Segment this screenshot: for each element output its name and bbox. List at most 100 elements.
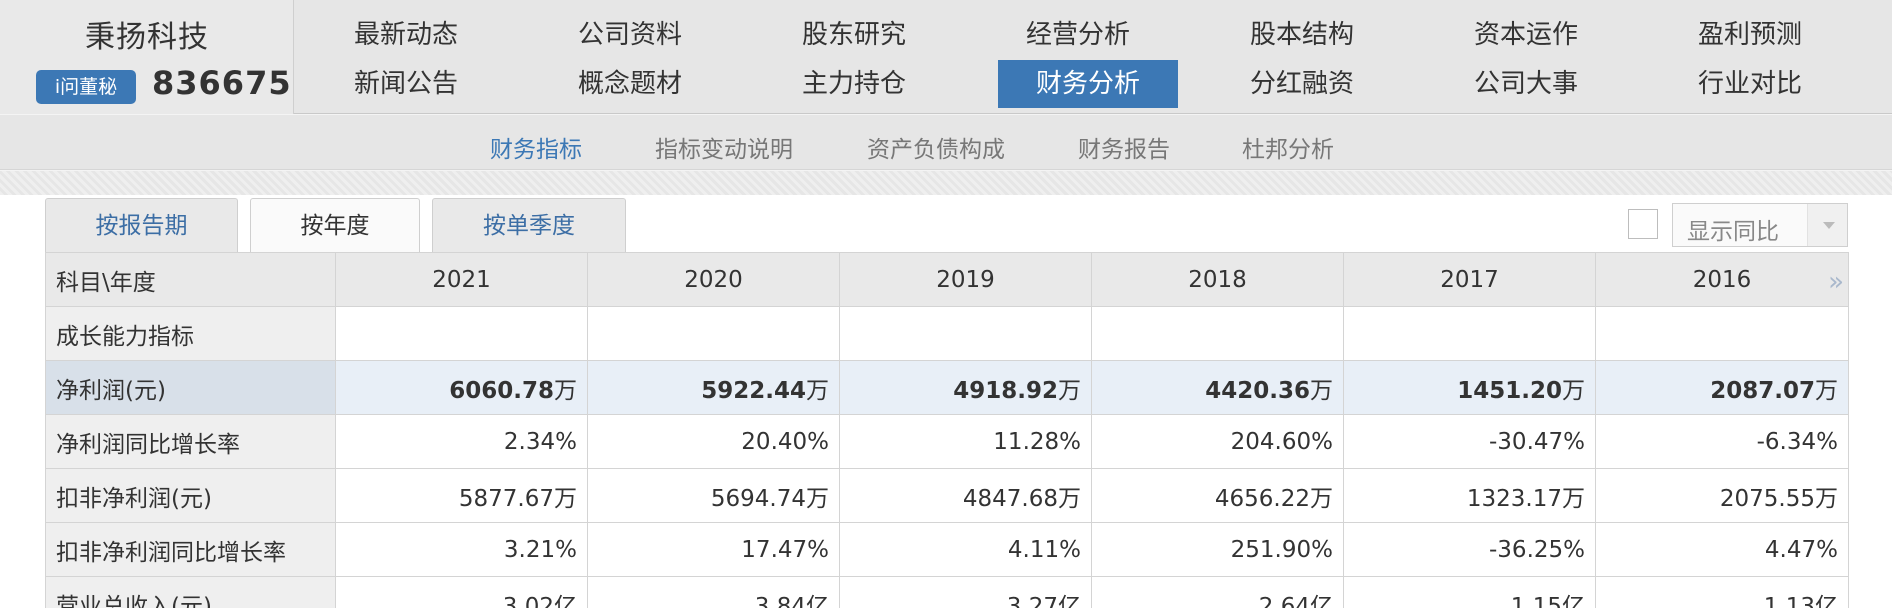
chevron-down-icon[interactable]	[1807, 204, 1847, 246]
financial-table: 科目\年度 2021 2020 2019 2018 2017 2016 » 成长能力指标 净利…	[45, 252, 1849, 608]
value-cell: 11.28%	[839, 414, 1092, 469]
value-unit: 万	[1562, 377, 1585, 404]
nav-item-1-4[interactable]: 股本结构	[1190, 11, 1414, 59]
yoy-checkbox[interactable]	[1628, 209, 1658, 239]
nav-item-2-3[interactable]: 财务分析	[998, 60, 1178, 108]
value-number: 17.47%	[741, 536, 829, 563]
table-row[interactable]: 营业总收入(元) 3.02亿 3.84亿 3.27亿 2.64亿 1.15亿 1.13亿	[45, 576, 1849, 608]
empty-cell	[587, 306, 840, 361]
row-label: 净利润同比增长率	[45, 414, 336, 469]
period-tab-2[interactable]: 按单季度	[432, 198, 626, 252]
nav-item-2-4[interactable]: 分红融资	[1190, 60, 1414, 108]
value-number: 3.02	[502, 593, 554, 608]
value-unit: 万	[1058, 377, 1081, 404]
value-unit: 亿	[554, 593, 577, 608]
double-chevron-right-icon[interactable]: »	[1828, 267, 1844, 297]
ask-secretary-button[interactable]: i问董秘	[36, 70, 136, 104]
subtab-1[interactable]: 指标变动说明	[655, 130, 793, 164]
year-header[interactable]: 2019	[839, 252, 1092, 307]
value-cell: 2087.07万	[1595, 360, 1849, 415]
nav-item-2-5[interactable]: 公司大事	[1414, 60, 1638, 108]
table-row[interactable]: 净利润(元) 6060.78万 5922.44万 4918.92万 4420.36万 14…	[45, 360, 1849, 415]
year-label: 2017	[1440, 266, 1499, 293]
value-cell: 3.21%	[335, 522, 588, 577]
value-number: 4847.68	[962, 485, 1058, 512]
value-number: 4.47%	[1764, 536, 1838, 563]
value-unit: 亿	[806, 593, 829, 608]
value-cell: 3.84亿	[587, 576, 840, 608]
nav-item-2-1[interactable]: 概念题材	[518, 60, 742, 108]
nav-item-1-6[interactable]: 盈利预测	[1638, 11, 1862, 59]
nav-item-1-5[interactable]: 资本运作	[1414, 11, 1638, 59]
year-header[interactable]: 2021	[335, 252, 588, 307]
year-header[interactable]: 2017	[1343, 252, 1596, 307]
value-cell: 20.40%	[587, 414, 840, 469]
value-number: 5694.74	[710, 485, 806, 512]
table-row[interactable]: 净利润同比增长率 2.34% 20.40% 11.28% 204.60% -30.47% -…	[45, 414, 1849, 469]
empty-cell	[335, 306, 588, 361]
value-cell: 251.90%	[1091, 522, 1344, 577]
value-number: 6060.78	[449, 377, 554, 404]
yoy-select[interactable]: 显示同比	[1672, 203, 1848, 247]
value-cell: 1.15亿	[1343, 576, 1596, 608]
value-unit: 万	[554, 377, 577, 404]
nav-item-1-3[interactable]: 经营分析	[966, 11, 1190, 59]
value-number: 4918.92	[953, 377, 1058, 404]
nav-item-1-0[interactable]: 最新动态	[294, 11, 518, 59]
year-header[interactable]: 2016 »	[1595, 252, 1849, 307]
value-number: 3.21%	[503, 536, 577, 563]
period-tab-0[interactable]: 按报告期	[45, 198, 238, 252]
value-cell: 4.47%	[1595, 522, 1849, 577]
value-number: 251.90%	[1230, 536, 1333, 563]
value-cell: 204.60%	[1091, 414, 1344, 469]
nav-item-2-6[interactable]: 行业对比	[1638, 60, 1862, 108]
value-number: 2.64	[1258, 593, 1310, 608]
subtab-3[interactable]: 财务报告	[1078, 130, 1170, 164]
value-unit: 万	[1815, 377, 1838, 404]
value-number: 3.27	[1006, 593, 1058, 608]
table-row[interactable]: 扣非净利润同比增长率 3.21% 17.47% 4.11% 251.90% -36.25%…	[45, 522, 1849, 577]
value-unit: 亿	[1058, 593, 1081, 608]
row-label: 扣非净利润(元)	[45, 468, 336, 523]
nav-item-2-2[interactable]: 主力持仓	[742, 60, 966, 108]
stock-code: 836675	[152, 64, 292, 102]
nav-item-1-1[interactable]: 公司资料	[518, 11, 742, 59]
value-unit: 万	[806, 485, 829, 512]
value-number: 4420.36	[1205, 377, 1310, 404]
value-cell: -6.34%	[1595, 414, 1849, 469]
value-cell: 2075.55万	[1595, 468, 1849, 523]
subtab-0[interactable]: 财务指标	[490, 130, 582, 164]
row-label: 营业总收入(元)	[45, 576, 336, 608]
value-number: -6.34%	[1756, 428, 1838, 455]
subtab-2[interactable]: 资产负债构成	[867, 130, 1005, 164]
value-cell: 1451.20万	[1343, 360, 1596, 415]
value-number: -36.25%	[1489, 536, 1585, 563]
value-number: 2.34%	[503, 428, 577, 455]
value-cell: 2.64亿	[1091, 576, 1344, 608]
value-number: 11.28%	[993, 428, 1081, 455]
year-header[interactable]: 2020	[587, 252, 840, 307]
subtab-4[interactable]: 杜邦分析	[1242, 130, 1334, 164]
section-row: 成长能力指标	[45, 306, 1849, 361]
value-unit: 万	[1058, 485, 1081, 512]
nav-item-1-2[interactable]: 股东研究	[742, 11, 966, 59]
table-row[interactable]: 扣非净利润(元) 5877.67万 5694.74万 4847.68万 4656.22万…	[45, 468, 1849, 523]
year-label: 2018	[1188, 266, 1247, 293]
nav-item-2-0[interactable]: 新闻公告	[294, 60, 518, 108]
value-cell: 5877.67万	[335, 468, 588, 523]
divider-stripe	[0, 171, 1892, 195]
value-unit: 亿	[1310, 593, 1333, 608]
value-number: 1451.20	[1457, 377, 1562, 404]
value-cell: 4420.36万	[1091, 360, 1344, 415]
table-header-row: 科目\年度 2021 2020 2019 2018 2017 2016 »	[45, 252, 1849, 307]
value-number: -30.47%	[1489, 428, 1585, 455]
value-unit: 亿	[1815, 593, 1838, 608]
period-tab-1[interactable]: 按年度	[250, 198, 420, 252]
value-unit: 亿	[1562, 593, 1585, 608]
value-cell: 4656.22万	[1091, 468, 1344, 523]
value-cell: 3.02亿	[335, 576, 588, 608]
value-number: 3.84	[754, 593, 806, 608]
year-header[interactable]: 2018	[1091, 252, 1344, 307]
value-cell: 1.13亿	[1595, 576, 1849, 608]
value-number: 1323.17	[1466, 485, 1562, 512]
